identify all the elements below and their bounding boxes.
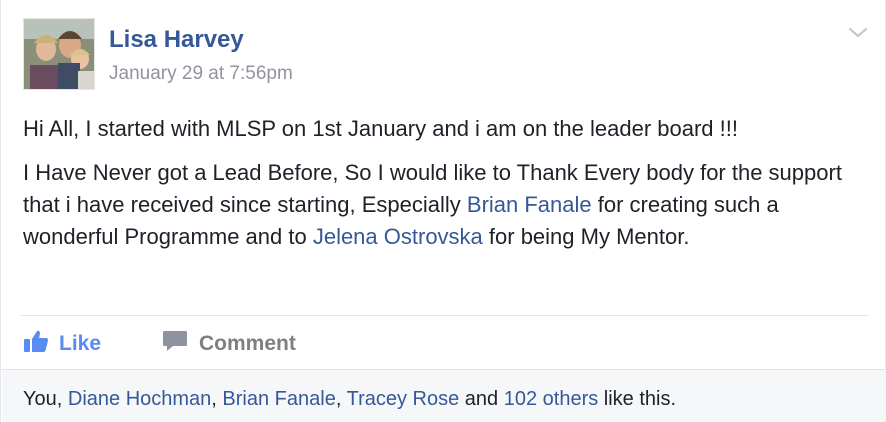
- post-paragraph-1: Hi All, I started with MLSP on 1st Janua…: [23, 116, 738, 141]
- chevron-down-icon[interactable]: [847, 24, 869, 42]
- author-avatar[interactable]: [23, 18, 95, 90]
- likes-prefix: You,: [23, 388, 68, 410]
- author-name[interactable]: Lisa Harvey: [109, 26, 244, 54]
- like-button[interactable]: Like: [23, 326, 101, 362]
- post-timestamp[interactable]: January 29 at 7:56pm: [109, 63, 293, 85]
- likes-and: and: [459, 388, 504, 410]
- mention-jelena-ostrovska[interactable]: Jelena Ostrovska: [313, 224, 483, 249]
- comment-label: Comment: [199, 332, 296, 355]
- liker-tracey-rose[interactable]: Tracey Rose: [347, 388, 460, 410]
- likes-summary-text: You, Diane Hochman, Brian Fanale, Tracey…: [23, 388, 676, 411]
- likes-separator: ,: [211, 388, 223, 410]
- liker-diane-hochman[interactable]: Diane Hochman: [68, 388, 211, 410]
- likes-summary-bar: You, Diane Hochman, Brian Fanale, Tracey…: [2, 369, 886, 422]
- facebook-post: Lisa Harvey January 29 at 7:56pm Hi All,…: [0, 0, 886, 422]
- avatar-photo: [24, 19, 94, 89]
- mention-brian-fanale[interactable]: Brian Fanale: [467, 192, 592, 217]
- thumbs-up-icon: [23, 329, 49, 359]
- post-text: for being My Mentor.: [482, 224, 690, 249]
- divider: [21, 315, 869, 316]
- post-paragraph-2: I Have Never got a Lead Before, So I wou…: [23, 157, 873, 253]
- liker-brian-fanale[interactable]: Brian Fanale: [222, 388, 335, 410]
- comment-button[interactable]: Comment: [161, 326, 296, 362]
- like-label: Like: [59, 332, 102, 355]
- likes-suffix: like this.: [598, 388, 677, 410]
- likes-separator: ,: [335, 388, 347, 410]
- likes-others-link[interactable]: 102 others: [504, 388, 599, 410]
- speech-bubble-icon: [161, 328, 189, 360]
